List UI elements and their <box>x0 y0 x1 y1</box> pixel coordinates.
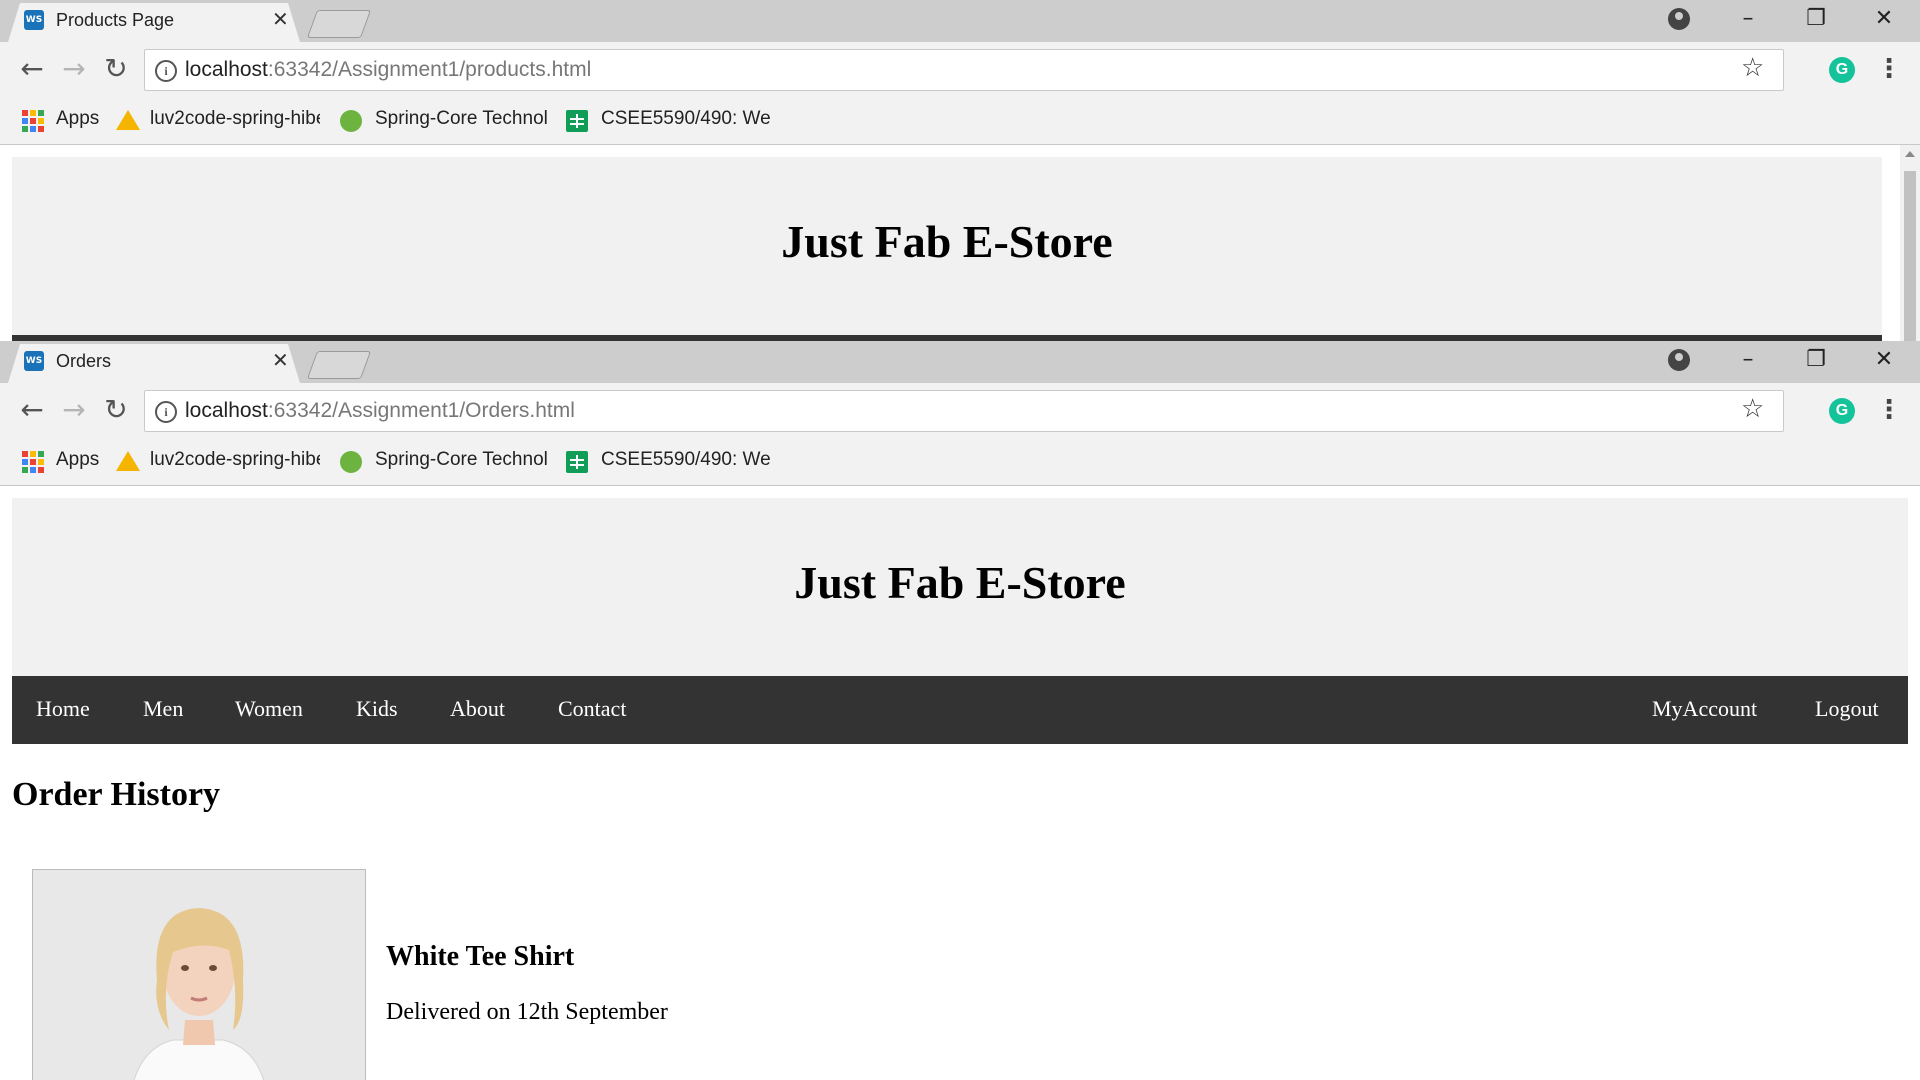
minimize-icon[interactable]: – <box>1728 347 1768 372</box>
tab-strip: WS Orders ✕ – ❐ ✕ <box>0 341 1920 383</box>
apps-grid-icon[interactable] <box>22 110 44 132</box>
address-bar[interactable]: i localhost:63342/Assignment1/Orders.htm… <box>144 390 1784 432</box>
site-header: Just Fab E-Store <box>12 157 1882 335</box>
webstorm-favicon-icon: WS <box>24 10 44 30</box>
spring-leaf-icon <box>340 451 362 473</box>
page-viewport: Just Fab E-Store Home Men Women Kids Abo… <box>0 486 1920 1080</box>
nav-logout[interactable]: Logout <box>1815 696 1879 722</box>
back-arrow-icon[interactable]: ← <box>14 393 50 426</box>
info-icon[interactable]: i <box>155 401 177 423</box>
site-title: Just Fab E-Store <box>794 557 1126 608</box>
nav-home[interactable]: Home <box>36 696 90 722</box>
bookmark-apps[interactable]: Apps <box>56 108 99 130</box>
google-sheets-icon <box>566 110 588 132</box>
grammarly-icon[interactable]: G <box>1829 57 1855 83</box>
tab-title: Orders <box>56 351 112 371</box>
nav-women[interactable]: Women <box>235 696 303 722</box>
nav-men[interactable]: Men <box>143 696 183 722</box>
address-bar[interactable]: i localhost:63342/Assignment1/products.h… <box>144 49 1784 91</box>
chrome-menu-icon[interactable]: ⋮ <box>1876 54 1902 84</box>
bookmark-spring-core[interactable]: Spring-Core Technolo <box>375 108 547 130</box>
reload-icon[interactable]: ↻ <box>98 52 134 85</box>
browser-toolbar: ← → ↻ i localhost:63342/Assignment1/prod… <box>0 42 1920 98</box>
nav-myaccount[interactable]: MyAccount <box>1652 696 1757 722</box>
scroll-up-arrow-icon[interactable] <box>1905 151 1915 157</box>
tab-title: Products Page <box>56 10 175 30</box>
bookmark-luv2code[interactable]: luv2code-spring-hibe <box>150 449 320 471</box>
google-drive-icon <box>116 451 140 471</box>
bookmarks-bar: Apps luv2code-spring-hibe Spring-Core Te… <box>0 439 1920 486</box>
url-text: localhost:63342/Assignment1/products.htm… <box>185 58 592 81</box>
account-icon[interactable] <box>1668 8 1690 30</box>
back-arrow-icon[interactable]: ← <box>14 52 50 85</box>
bookmark-star-icon[interactable]: ☆ <box>1741 394 1764 424</box>
bookmark-csee5590[interactable]: CSEE5590/490: Web/ <box>601 108 771 130</box>
scroll-thumb[interactable] <box>1904 171 1916 341</box>
delivery-status: Delivered on 12th September <box>386 999 668 1025</box>
product-name: White Tee Shirt <box>386 941 575 972</box>
product-photo <box>33 870 365 1080</box>
browser-window-products: WS Products Page ✕ – ❐ ✕ ← → ↻ i localho… <box>0 0 1920 341</box>
new-tab-button[interactable] <box>306 10 372 38</box>
bookmark-apps[interactable]: Apps <box>56 449 99 471</box>
scrollbar[interactable] <box>1900 145 1920 341</box>
info-icon[interactable]: i <box>155 60 177 82</box>
page-title: Order History <box>12 776 221 813</box>
forward-arrow-icon[interactable]: → <box>56 52 92 85</box>
top-nav-bar: Home Men Women Kids About Contact MyAcco… <box>12 676 1908 744</box>
site-header: Just Fab E-Store <box>12 498 1908 676</box>
browser-window-orders: WS Orders ✕ – ❐ ✕ ← → ↻ i localhost:6334… <box>0 341 1920 1080</box>
nav-contact[interactable]: Contact <box>558 696 626 722</box>
new-tab-button[interactable] <box>306 351 372 379</box>
google-sheets-icon <box>566 451 588 473</box>
tab-strip: WS Products Page ✕ – ❐ ✕ <box>0 0 1920 42</box>
bookmark-spring-core[interactable]: Spring-Core Technolo <box>375 449 547 471</box>
bookmark-csee5590[interactable]: CSEE5590/490: Web/ <box>601 449 771 471</box>
close-window-icon[interactable]: ✕ <box>1864 6 1904 31</box>
tab-close-icon[interactable]: ✕ <box>272 7 289 31</box>
grammarly-icon[interactable]: G <box>1829 398 1855 424</box>
restore-icon[interactable]: ❐ <box>1796 347 1836 372</box>
spring-leaf-icon <box>340 110 362 132</box>
nav-kids[interactable]: Kids <box>356 696 398 722</box>
chrome-menu-icon[interactable]: ⋮ <box>1876 395 1902 425</box>
bookmark-luv2code[interactable]: luv2code-spring-hibe <box>150 108 320 130</box>
webstorm-favicon-icon: WS <box>24 351 44 371</box>
minimize-icon[interactable]: – <box>1728 6 1768 31</box>
tab-orders[interactable] <box>8 344 300 383</box>
page-viewport: Just Fab E-Store <box>0 145 1920 341</box>
restore-icon[interactable]: ❐ <box>1796 6 1836 31</box>
account-icon[interactable] <box>1668 349 1690 371</box>
google-drive-icon <box>116 110 140 130</box>
apps-grid-icon[interactable] <box>22 451 44 473</box>
bookmark-star-icon[interactable]: ☆ <box>1741 53 1764 83</box>
site-title: Just Fab E-Store <box>781 216 1113 267</box>
close-window-icon[interactable]: ✕ <box>1864 347 1904 372</box>
reload-icon[interactable]: ↻ <box>98 393 134 426</box>
forward-arrow-icon[interactable]: → <box>56 393 92 426</box>
bookmarks-bar: Apps luv2code-spring-hibe Spring-Core Te… <box>0 98 1920 145</box>
product-image <box>32 869 366 1080</box>
nav-about[interactable]: About <box>450 696 505 722</box>
browser-toolbar: ← → ↻ i localhost:63342/Assignment1/Orde… <box>0 383 1920 439</box>
url-text: localhost:63342/Assignment1/Orders.html <box>185 399 575 422</box>
tab-close-icon[interactable]: ✕ <box>272 348 289 372</box>
